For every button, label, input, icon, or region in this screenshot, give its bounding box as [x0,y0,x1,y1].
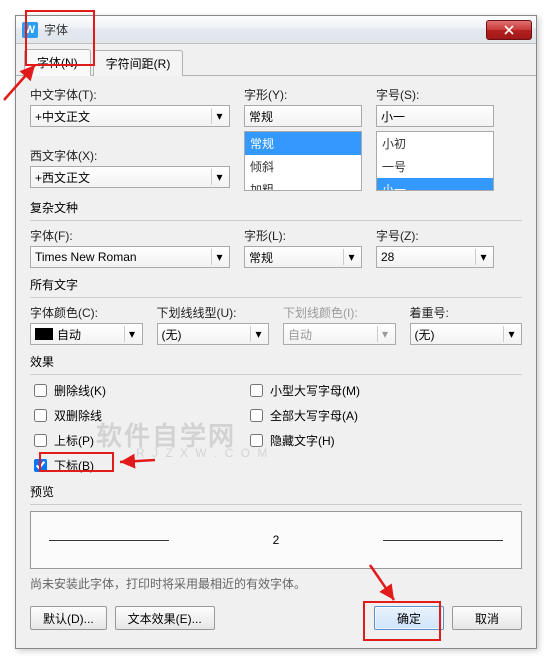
super-label: 上标(P) [54,432,94,449]
font-color-value: 自动 [57,326,81,343]
list-item[interactable]: 倾斜 [245,155,361,178]
dstrike-checkbox[interactable]: 双删除线 [30,406,106,425]
dstrike-label: 双删除线 [54,407,102,424]
preview-label: 预览 [30,483,522,500]
emphasis-label: 着重号: [410,304,523,321]
chevron-down-icon: ▾ [503,326,519,342]
complex-group-label: 复杂文种 [30,199,522,216]
underline-color-value: 自动 [288,326,312,343]
list-item[interactable]: 小初 [377,132,493,155]
preview-text: 2 [273,533,280,547]
tab-font[interactable]: 字体(N) [24,49,91,76]
default-button[interactable]: 默认(D)... [30,606,107,630]
super-checkbox[interactable]: 上标(P) [30,431,106,450]
smallcaps-checkbox[interactable]: 小型大写字母(M) [246,381,360,400]
style-value: 常规 [249,108,273,125]
preview-area: 2 [30,511,522,569]
complex-font-combo[interactable]: Times New Roman ▾ [30,246,230,268]
strike-checkbox[interactable]: 删除线(K) [30,381,106,400]
emphasis-value: (无) [415,326,435,343]
list-item[interactable]: 一号 [377,155,493,178]
checkbox-input[interactable] [250,384,263,397]
hidden-checkbox[interactable]: 隐藏文字(H) [246,431,360,450]
font-dialog: W 字体 字体(N) 字符间距(R) 中文字体(T): +中文正文 ▾ [15,15,537,649]
checkbox-input[interactable] [250,409,263,422]
text-effect-button[interactable]: 文本效果(E)... [115,606,215,630]
underline-style-value: (无) [162,326,182,343]
allcaps-label: 全部大写字母(A) [270,407,358,424]
list-item[interactable]: 小一 [377,178,493,191]
complex-font-value: Times New Roman [35,250,137,264]
size-label: 字号(S): [376,86,494,103]
chevron-down-icon: ▾ [211,249,227,265]
chevron-down-icon: ▾ [124,326,140,342]
checkbox-input[interactable] [34,384,47,397]
close-icon [504,25,514,35]
latin-font-label: 西文字体(X): [30,147,230,164]
hidden-label: 隐藏文字(H) [270,432,335,449]
cancel-button[interactable]: 取消 [452,606,522,630]
effects-group-label: 效果 [30,353,522,370]
chevron-down-icon: ▾ [250,326,266,342]
style-input[interactable]: 常规 [244,105,362,127]
complex-size-combo[interactable]: 28 ▾ [376,246,494,268]
allfonts-group-label: 所有文字 [30,276,522,293]
close-button[interactable] [486,20,532,40]
font-color-label: 字体颜色(C): [30,304,143,321]
complex-style-label: 字形(L): [244,227,362,244]
complex-font-label: 字体(F): [30,227,230,244]
complex-size-value: 28 [381,250,394,264]
ok-button[interactable]: 确定 [374,606,444,630]
chevron-down-icon: ▾ [211,108,227,124]
font-color-combo[interactable]: 自动 ▾ [30,323,143,345]
smallcaps-label: 小型大写字母(M) [270,382,360,399]
strike-label: 删除线(K) [54,382,106,399]
underline-style-combo[interactable]: (无) ▾ [157,323,270,345]
titlebar: W 字体 [16,16,536,44]
size-input[interactable]: 小一 [376,105,494,127]
tab-spacing[interactable]: 字符间距(R) [93,50,184,76]
allcaps-checkbox[interactable]: 全部大写字母(A) [246,406,360,425]
chevron-down-icon: ▾ [377,326,393,342]
button-bar: 默认(D)... 文本效果(E)... 确定 取消 [16,598,536,644]
install-note: 尚未安装此字体，打印时将采用最相近的有效字体。 [30,575,522,592]
color-swatch-icon [35,328,53,340]
complex-style-combo[interactable]: 常规 ▾ [244,246,362,268]
complex-style-value: 常规 [249,249,273,266]
chevron-down-icon: ▾ [343,249,359,265]
emphasis-combo[interactable]: (无) ▾ [410,323,523,345]
latin-font-value: +西文正文 [35,169,90,186]
underline-color-label: 下划线颜色(I): [283,304,396,321]
app-icon: W [22,22,38,38]
sub-checkbox[interactable]: 下标(B) [30,456,106,475]
window-title: 字体 [44,21,486,38]
cn-font-combo[interactable]: +中文正文 ▾ [30,105,230,127]
size-value: 小一 [381,108,405,125]
list-item[interactable]: 加粗 [245,178,361,191]
style-label: 字形(Y): [244,86,362,103]
checkbox-input[interactable] [34,434,47,447]
style-listbox[interactable]: 常规 倾斜 加粗 [244,131,362,191]
underline-style-label: 下划线线型(U): [157,304,270,321]
tabstrip: 字体(N) 字符间距(R) [16,48,536,76]
chevron-down-icon: ▾ [211,169,227,185]
cn-font-value: +中文正文 [35,108,90,125]
chevron-down-icon: ▾ [475,249,491,265]
checkbox-input[interactable] [250,434,263,447]
complex-size-label: 字号(Z): [376,227,494,244]
underline-color-combo: 自动 ▾ [283,323,396,345]
list-item[interactable]: 常规 [245,132,361,155]
checkbox-input[interactable] [34,409,47,422]
cn-font-label: 中文字体(T): [30,86,230,103]
sub-label: 下标(B) [54,457,94,474]
dialog-body: 中文字体(T): +中文正文 ▾ 字形(Y): 常规 字号(S): 小一 [16,76,536,598]
checkbox-input[interactable] [34,459,47,472]
size-listbox[interactable]: 小初 一号 小一 [376,131,494,191]
latin-font-combo[interactable]: +西文正文 ▾ [30,166,230,188]
